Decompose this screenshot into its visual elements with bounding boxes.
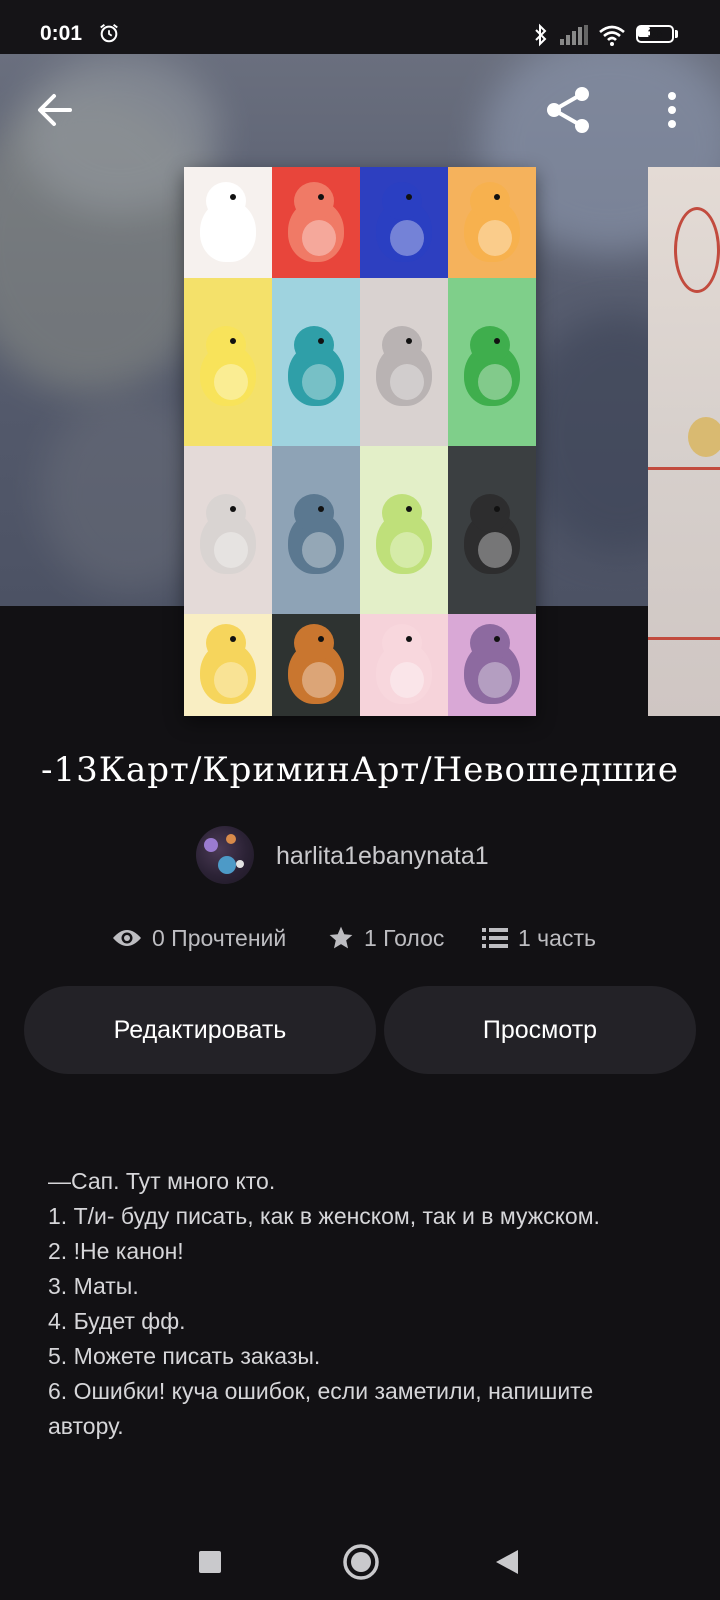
cover-tile xyxy=(272,446,360,614)
edit-button[interactable]: Редактировать xyxy=(24,986,376,1074)
cover-tile xyxy=(448,278,536,446)
battery-percent: 36 xyxy=(647,26,663,41)
cover-tile xyxy=(448,614,536,716)
description-line: 3. Маты. xyxy=(48,1273,139,1299)
bird-illustration xyxy=(288,326,344,407)
back-triangle-icon[interactable] xyxy=(494,1548,520,1576)
cover-tile xyxy=(360,446,448,614)
wifi-icon xyxy=(599,25,625,46)
status-time: 0:01 xyxy=(40,22,83,45)
description-line: —Сап. Тут много кто. xyxy=(48,1168,276,1194)
description-line: 6. Ошибки! куча ошибок, если заметили, н… xyxy=(48,1378,594,1439)
bird-illustration xyxy=(464,624,520,705)
story-description: —Сап. Тут много кто. 1. Т/и- буду писать… xyxy=(48,1164,668,1444)
story-cover-image[interactable] xyxy=(184,167,536,716)
votes-stat: 1 Голос xyxy=(328,918,444,958)
alarm-icon xyxy=(100,23,118,43)
cover-tile xyxy=(448,167,536,278)
description-line: 4. Будет фф. xyxy=(48,1308,186,1334)
more-vertical-icon[interactable] xyxy=(650,84,694,136)
cover-tile xyxy=(360,614,448,716)
bird-illustration xyxy=(376,494,432,575)
cover-tile xyxy=(184,167,272,278)
share-icon[interactable] xyxy=(540,82,596,138)
story-title: -13Карт/КриминАрт/Невошедшие xyxy=(40,750,680,790)
battery-indicator: 36 xyxy=(636,25,680,45)
cover-tile xyxy=(272,614,360,716)
bird-illustration xyxy=(200,182,256,263)
status-bar: 0:01 36 xyxy=(0,0,720,54)
bluetooth-icon xyxy=(535,23,547,47)
description-line: 1. Т/и- буду писать, как в женском, так … xyxy=(48,1203,600,1229)
system-nav-bar xyxy=(0,1510,720,1600)
recents-square-icon[interactable] xyxy=(199,1551,221,1573)
bird-illustration xyxy=(464,494,520,575)
bird-illustration xyxy=(288,182,344,263)
list-icon xyxy=(482,928,508,948)
description-line: 2. !Не канон! xyxy=(48,1238,184,1264)
reads-count: 0 Прочтений xyxy=(152,924,287,951)
cover-tile xyxy=(360,167,448,278)
cover-tile xyxy=(272,278,360,446)
bird-illustration xyxy=(376,624,432,705)
bird-illustration xyxy=(376,326,432,407)
bird-illustration xyxy=(288,624,344,705)
bird-illustration xyxy=(200,494,256,575)
bird-illustration xyxy=(200,624,256,705)
bird-illustration xyxy=(376,182,432,263)
votes-count: 1 Голос xyxy=(364,924,445,951)
description-line: 5. Можете писать заказы. xyxy=(48,1343,321,1369)
cover-tile xyxy=(448,446,536,614)
cover-tile xyxy=(184,446,272,614)
story-stats: 0 Прочтений 1 Голос 1 часть xyxy=(0,918,720,958)
parts-count: 1 часть xyxy=(518,924,596,951)
cover-tile xyxy=(184,614,272,716)
bird-illustration xyxy=(464,182,520,263)
home-circle-icon[interactable] xyxy=(342,1543,380,1581)
author-avatar[interactable] xyxy=(196,826,254,884)
bird-illustration xyxy=(200,326,256,407)
star-icon xyxy=(329,926,353,949)
cover-tile xyxy=(184,278,272,446)
reads-stat: 0 Прочтений xyxy=(112,918,286,958)
next-story-cover[interactable] xyxy=(648,167,720,716)
view-button[interactable]: Просмотр xyxy=(384,986,696,1074)
bird-illustration xyxy=(288,494,344,575)
eye-icon xyxy=(113,930,141,946)
back-arrow-icon[interactable] xyxy=(30,84,82,136)
cover-tile xyxy=(360,278,448,446)
signal-icon xyxy=(560,25,588,45)
cover-tile xyxy=(272,167,360,278)
bird-illustration xyxy=(464,326,520,407)
parts-stat: 1 часть xyxy=(482,918,596,958)
top-toolbar xyxy=(0,54,720,170)
author-name[interactable]: harlita1ebanynata1 xyxy=(276,842,489,871)
